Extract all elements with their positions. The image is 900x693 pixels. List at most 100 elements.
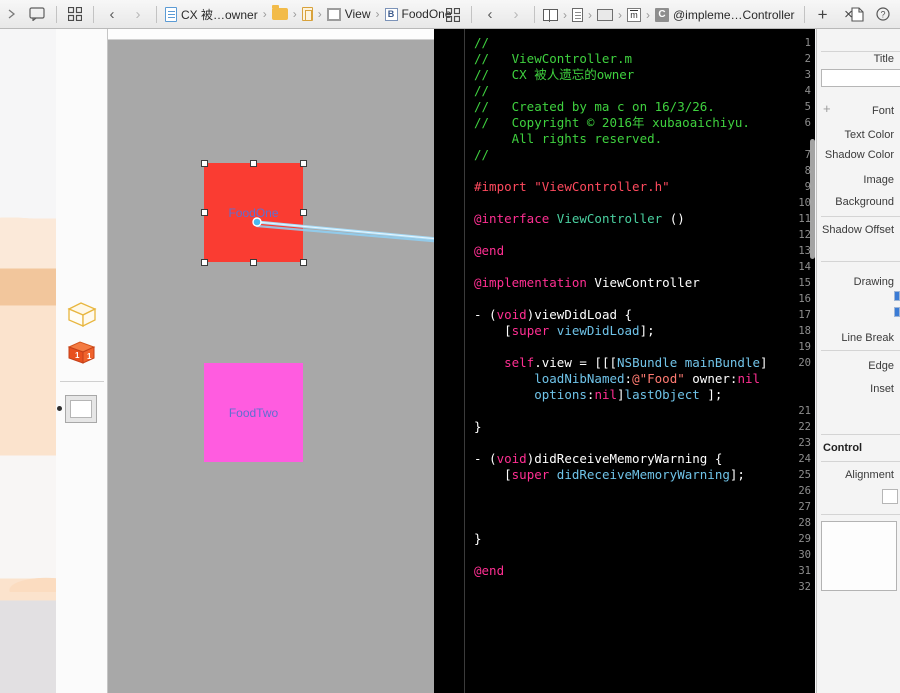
file-icon [572, 7, 583, 22]
editor-toolbar: ‹ › › › › m › C @impleme…Controller + × [440, 0, 862, 29]
resize-handle-bc[interactable] [250, 259, 257, 266]
code-line[interactable]: @implementation ViewController [474, 275, 700, 291]
back-button[interactable]: ‹ [99, 0, 125, 29]
breadcrumb-separator: › [563, 7, 567, 22]
forward-button[interactable]: › [125, 0, 151, 29]
code-token: - ( [474, 307, 497, 322]
code-line[interactable]: - (void)didReceiveMemoryWarning { [474, 451, 722, 467]
ib-object-foodtwo[interactable]: FoodTwo [204, 363, 303, 462]
code-line[interactable]: All rights reserved. [474, 131, 663, 147]
breadcrumb-item-implementation[interactable]: C @impleme…Controller [652, 7, 798, 22]
editor-scrollbar[interactable] [810, 139, 815, 259]
outline-item-first-responder[interactable]: 1 1 [66, 339, 98, 372]
source-code[interactable]: //// ViewController.m// CX 被人遗忘的owner///… [466, 29, 815, 693]
breadcrumb-item-view[interactable]: View [324, 7, 374, 21]
code-line[interactable]: @interface ViewController () [474, 211, 685, 227]
inspector-label-drawing: Drawing [853, 276, 894, 288]
code-token: @end [474, 563, 505, 578]
code-line[interactable]: // Created by ma c on 16/3/26. [474, 99, 715, 115]
inspector-label-text-color: Text Color [844, 129, 894, 141]
code-line[interactable]: // [474, 35, 489, 51]
code-line[interactable]: [super viewDidLoad]; [474, 323, 655, 339]
code-line[interactable]: self.view = [[[NSBundle mainBundle] [474, 355, 767, 371]
code-line[interactable]: [super didReceiveMemoryWarning]; [474, 467, 745, 483]
code-line[interactable]: } [474, 531, 482, 547]
code-editor[interactable]: 1 2 3 4 5 6 7 8 9 10 11 12 13 14 15 16 17 18 19 20 21 22 23 24 2… [434, 29, 815, 693]
code-token: // CX 被人遗忘的owner [474, 67, 635, 82]
editor-back-button[interactable]: ‹ [477, 0, 503, 29]
code-token: // [474, 83, 490, 98]
inspector-label-title: Title [873, 53, 894, 65]
breadcrumb-item-nib[interactable] [299, 7, 316, 21]
code-token: ] [617, 387, 625, 402]
inspector-label-shadow-color: Shadow Color [824, 149, 894, 161]
code-line[interactable]: - (void)viewDidLoad { [474, 307, 632, 323]
inspector-label-shadow-offset: Shadow Offset [822, 224, 894, 236]
document-outline-pane[interactable]: 1 1 [56, 29, 108, 693]
code-line[interactable]: options:nil]lastObject ]; [474, 387, 722, 403]
breadcrumb-item-folder[interactable] [269, 5, 291, 20]
breadcrumb-separator: › [262, 7, 267, 21]
code-token: () [669, 211, 685, 226]
breadcrumb-item-group[interactable] [594, 8, 616, 21]
code-token: // Copyright © 2016年 xubaoaichiyu. [474, 115, 750, 130]
back-chevron-icon: ‹ [109, 5, 115, 23]
grid-view-icon-right[interactable] [440, 0, 466, 29]
outline-divider [60, 381, 104, 382]
code-token: @end [474, 243, 505, 258]
breadcrumb-item-file[interactable] [569, 7, 586, 22]
code-token: owner [692, 371, 730, 386]
inspector-preview-box[interactable] [821, 521, 897, 591]
breadcrumb-item-mfile[interactable]: m [624, 7, 644, 22]
code-token: @"Food" [632, 371, 693, 386]
breadcrumb-label: View [344, 7, 371, 21]
code-token: // ViewController.m [474, 51, 633, 66]
add-tab-button[interactable]: + [810, 0, 836, 29]
quick-help-icon[interactable]: ? [870, 0, 896, 29]
title-field[interactable] [821, 69, 900, 87]
code-line[interactable]: @end [474, 243, 504, 259]
code-token: ]; [729, 467, 745, 482]
ib-object-foodone[interactable]: FoodOne [204, 163, 303, 262]
resize-handle-tr[interactable] [300, 160, 307, 167]
code-line[interactable]: loadNibNamed:@"Food" owner:nil [474, 371, 760, 387]
grid-view-icon[interactable] [62, 0, 88, 29]
breadcrumb-separator: › [588, 7, 592, 22]
resize-handle-mr[interactable] [300, 209, 307, 216]
desktop-wallpaper [0, 0, 56, 693]
group-icon [597, 8, 613, 21]
placeholder-cube-icon [67, 302, 97, 328]
breadcrumb-item-project[interactable]: CX 被…owner [162, 6, 261, 23]
resize-handle-br[interactable] [300, 259, 307, 266]
resize-handle-ml[interactable] [201, 209, 208, 216]
add-state-button[interactable]: + [823, 101, 831, 116]
code-line[interactable]: // ViewController.m [474, 51, 632, 67]
code-line[interactable]: // [474, 83, 489, 99]
attributes-inspector[interactable]: Title + Font Text Color Shadow Color Ima… [816, 29, 900, 693]
outline-item-placeholder[interactable] [64, 299, 100, 334]
breadcrumb-label: CX 被…owner [181, 7, 258, 22]
code-line[interactable]: } [474, 419, 482, 435]
interface-builder-canvas[interactable]: FoodOne FoodTwo [108, 40, 434, 693]
code-line[interactable]: #import "ViewController.h" [474, 179, 670, 195]
code-line[interactable]: @end [474, 563, 504, 579]
comment-icon[interactable] [24, 0, 50, 29]
code-token: ViewController [594, 275, 700, 290]
code-line[interactable]: // Copyright © 2016年 xubaoaichiyu. [474, 115, 750, 131]
code-token: void [496, 451, 527, 466]
resize-handle-tc[interactable] [250, 160, 257, 167]
drawing-checkbox-1[interactable] [894, 291, 900, 301]
breadcrumb-item-split[interactable] [540, 8, 561, 22]
editor-forward-button[interactable]: › [503, 0, 529, 29]
alignment-segment[interactable] [882, 489, 898, 504]
assistant-arrow-icon[interactable] [2, 0, 24, 29]
resize-handle-bl[interactable] [201, 259, 208, 266]
drawing-checkbox-2[interactable] [894, 307, 900, 317]
outline-item-view[interactable] [65, 395, 97, 423]
code-line[interactable]: // [474, 147, 489, 163]
view-thumbnail-icon [70, 400, 92, 418]
resize-handle-tl[interactable] [201, 160, 208, 167]
code-line[interactable]: // CX 被人遗忘的owner [474, 67, 634, 83]
close-tab-button[interactable]: × [836, 0, 862, 29]
